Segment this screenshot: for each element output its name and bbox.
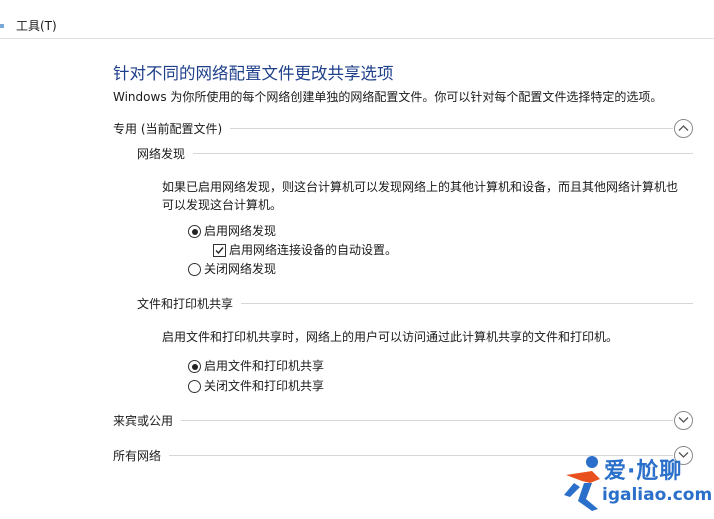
section-divider-guest-public — [113, 420, 673, 421]
radio-disable-file-printer-sharing[interactable] — [188, 380, 201, 393]
disable-network-discovery-label[interactable]: 关闭网络发现 — [204, 260, 276, 277]
disable-file-printer-sharing-label[interactable]: 关闭文件和打印机共享 — [204, 377, 324, 394]
auto-setup-label[interactable]: 启用网络连接设备的自动设置。 — [229, 241, 397, 258]
network-discovery-description: 如果已启用网络发现，则这台计算机可以发现网络上的其他计算机和设备，而且其他网络计… — [162, 178, 702, 214]
file-printer-sharing-description: 启用文件和打印机共享时，网络上的用户可以访问通过此计算机共享的文件和打印机。 — [162, 330, 619, 344]
menu-tools[interactable]: 工具(T) — [16, 17, 57, 34]
divider-network-discovery — [137, 153, 693, 154]
page-title: 针对不同的网络配置文件更改共享选项 — [113, 64, 394, 83]
window-title-strip — [0, 0, 714, 4]
network-discovery-heading: 网络发现 — [137, 145, 194, 162]
section-all-networks-label[interactable]: 所有网络 — [113, 447, 170, 464]
network-discovery-text-line1: 如果已启用网络发现，则这台计算机可以发现网络上的其他计算机和设备，而且其他网络计… — [162, 180, 679, 194]
enable-file-printer-sharing-label[interactable]: 启用文件和打印机共享 — [204, 357, 324, 374]
radio-enable-network-discovery[interactable] — [188, 225, 201, 238]
collapse-private-button[interactable] — [674, 119, 693, 138]
watermark-logo: 爱·尬聊 igaliao.com — [562, 447, 714, 519]
menu-bar: 工具(T) — [0, 12, 714, 39]
enable-network-discovery-label[interactable]: 启用网络发现 — [204, 222, 276, 239]
watermark-en-text: igaliao.com — [602, 485, 713, 505]
menu-bar-edge — [0, 24, 4, 28]
checkbox-auto-setup[interactable] — [213, 244, 226, 257]
watermark-cn-text: 爱·尬聊 — [604, 459, 683, 484]
radio-disable-network-discovery[interactable] — [188, 263, 201, 276]
expand-guest-public-button[interactable] — [674, 411, 693, 430]
section-guest-public-label[interactable]: 来宾或公用 — [113, 412, 182, 429]
page-description: Windows 为你所使用的每个网络创建单独的网络配置文件。你可以针对每个配置文… — [113, 90, 663, 104]
checkmark-icon — [215, 247, 224, 255]
file-printer-sharing-heading: 文件和打印机共享 — [137, 295, 242, 312]
network-discovery-text-line2: 可以发现这台计算机。 — [162, 198, 283, 212]
chevron-up-icon — [678, 125, 689, 131]
radio-enable-file-printer-sharing[interactable] — [188, 360, 201, 373]
chevron-down-icon — [678, 417, 689, 423]
section-private-label[interactable]: 专用 (当前配置文件) — [113, 120, 231, 137]
